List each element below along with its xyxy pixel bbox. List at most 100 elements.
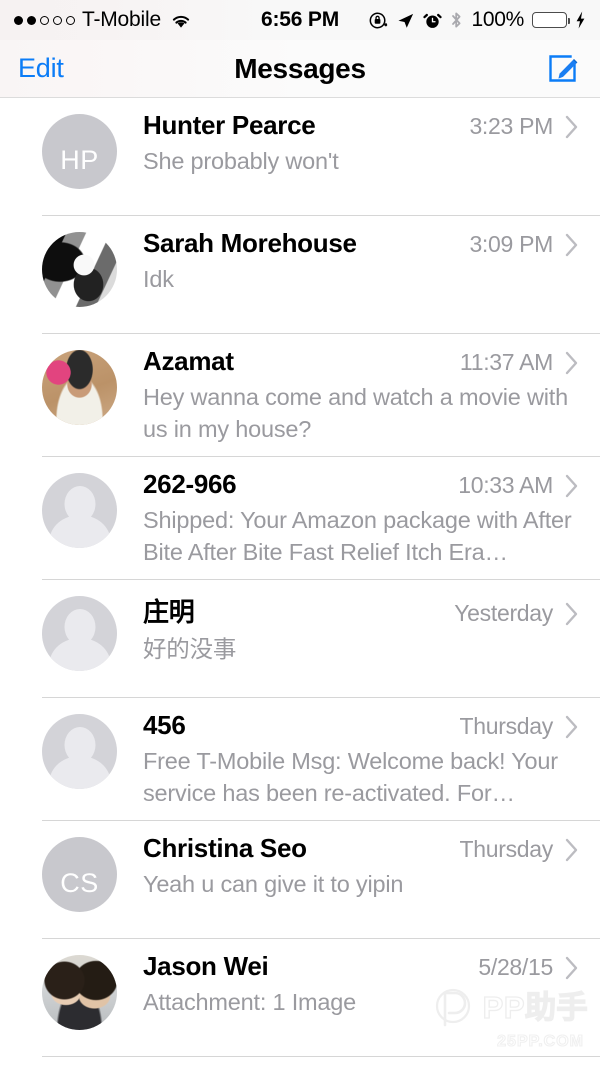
conversation-timestamp: 10:33 AM bbox=[458, 472, 553, 498]
conversation-name: 262-966 bbox=[143, 469, 237, 499]
battery-percent-label: 100% bbox=[471, 8, 524, 31]
conversation-row-zhuangming[interactable]: 庄明 Yesterday 好的没事 bbox=[0, 580, 600, 698]
status-bar-left: T-Mobile bbox=[14, 8, 192, 32]
chevron-right-icon bbox=[565, 351, 578, 374]
conversation-body: Jason Wei 5/28/15 Attachment: 1 Image bbox=[117, 951, 586, 1018]
silhouette-body bbox=[49, 638, 110, 671]
avatar-initials-label: CS bbox=[60, 868, 99, 898]
conversation-preview: She probably won't bbox=[143, 148, 339, 174]
conversation-preview: Free T-Mobile Msg: Welcome back! Your se… bbox=[143, 748, 558, 806]
signal-dot-5 bbox=[66, 15, 75, 25]
conversation-name: Hunter Pearce bbox=[143, 110, 316, 140]
conversation-preview: Attachment: 1 Image bbox=[143, 989, 357, 1015]
chevron-right-icon bbox=[565, 838, 578, 861]
rotation-lock-icon bbox=[370, 12, 388, 28]
signal-dot-3 bbox=[40, 15, 49, 25]
chevron-right-icon bbox=[565, 115, 578, 138]
conversation-body: Azamat 11:37 AM Hey wanna come and watch… bbox=[117, 346, 586, 445]
lightning-bolt-icon bbox=[576, 11, 585, 29]
battery-cap bbox=[567, 18, 570, 24]
conversation-meta: 10:33 AM bbox=[458, 472, 580, 499]
conversation-name: Sarah Morehouse bbox=[143, 228, 357, 258]
conversation-timestamp: 11:37 AM bbox=[459, 349, 553, 375]
conversation-name: 456 bbox=[143, 710, 186, 740]
battery-icon bbox=[532, 12, 570, 28]
signal-dot-4 bbox=[53, 15, 62, 25]
conversation-row-hunter-pearce[interactable]: HP Hunter Pearce 3:23 PM She probably wo… bbox=[0, 98, 600, 216]
status-bar: T-Mobile 6:56 PM 100% bbox=[0, 0, 600, 40]
chevron-right-icon bbox=[565, 474, 578, 497]
chevron-right-icon bbox=[565, 602, 578, 625]
conversation-header: Sarah Morehouse 3:09 PM bbox=[143, 228, 580, 259]
status-bar-right: 100% bbox=[369, 8, 586, 32]
avatar-image bbox=[42, 350, 117, 425]
avatar-initials-label: HP bbox=[60, 145, 99, 175]
status-bar-clock: 6:56 PM bbox=[261, 8, 339, 31]
conversation-meta: Thursday bbox=[460, 836, 580, 863]
conversation-header: Hunter Pearce 3:23 PM bbox=[143, 110, 580, 141]
conversation-header: 庄明 Yesterday bbox=[143, 592, 580, 629]
alarm-clock-icon bbox=[423, 13, 443, 28]
conversation-meta: 11:37 AM bbox=[460, 349, 580, 376]
conversation-name: Jason Wei bbox=[143, 951, 269, 981]
conversation-timestamp: 3:23 PM bbox=[469, 113, 553, 139]
signal-dot-2 bbox=[27, 15, 36, 25]
conversation-meta: 3:23 PM bbox=[469, 113, 580, 140]
silhouette-body bbox=[49, 756, 110, 789]
conversation-body: Sarah Morehouse 3:09 PM Idk bbox=[117, 228, 586, 295]
conversation-row-262-966[interactable]: 262-966 10:33 AM Shipped: Your Amazon pa… bbox=[0, 457, 600, 580]
conversation-timestamp: Thursday bbox=[459, 836, 554, 862]
conversation-timestamp: Yesterday bbox=[454, 600, 553, 626]
signal-strength-dots bbox=[14, 15, 75, 25]
watermark-subtext: 25PP.COM bbox=[497, 1032, 584, 1050]
conversation-preview: Idk bbox=[143, 266, 174, 292]
conversation-preview: Yeah u can give it to yipin bbox=[143, 871, 404, 897]
avatar-image bbox=[42, 232, 117, 307]
conversation-meta: 3:09 PM bbox=[469, 231, 580, 258]
carrier-label: T-Mobile bbox=[82, 8, 161, 31]
conversation-meta: Yesterday bbox=[454, 600, 580, 627]
conversation-preview: 好的没事 bbox=[143, 636, 237, 662]
navigation-bar: Edit Messages bbox=[0, 40, 600, 98]
avatar-photo bbox=[42, 232, 117, 307]
avatar-initials: CS bbox=[42, 837, 117, 912]
conversation-row-christina-seo[interactable]: CS Christina Seo Thursday Yeah u can giv… bbox=[0, 821, 600, 939]
signal-dot-1 bbox=[14, 15, 23, 25]
conversation-row-456[interactable]: 456 Thursday Free T-Mobile Msg: Welcome … bbox=[0, 698, 600, 821]
conversation-timestamp: Thursday bbox=[459, 713, 554, 739]
conversation-body: 456 Thursday Free T-Mobile Msg: Welcome … bbox=[117, 710, 586, 809]
avatar-image bbox=[42, 955, 117, 1030]
conversation-name: Christina Seo bbox=[143, 833, 307, 863]
row-separator bbox=[42, 1056, 600, 1057]
wifi-icon bbox=[172, 15, 190, 28]
bluetooth-icon bbox=[452, 12, 461, 28]
conversation-body: Christina Seo Thursday Yeah u can give i… bbox=[117, 833, 586, 900]
conversation-header: Jason Wei 5/28/15 bbox=[143, 951, 580, 982]
conversation-list[interactable]: HP Hunter Pearce 3:23 PM She probably wo… bbox=[0, 98, 600, 1057]
conversation-preview: Shipped: Your Amazon package with After … bbox=[143, 507, 572, 565]
conversation-name: 庄明 bbox=[143, 597, 195, 627]
avatar-initials: HP bbox=[42, 114, 117, 189]
location-arrow-icon bbox=[398, 13, 414, 28]
edit-button[interactable]: Edit bbox=[18, 53, 64, 84]
avatar-default-person bbox=[42, 714, 117, 789]
conversation-name: Azamat bbox=[143, 346, 234, 376]
conversation-header: Christina Seo Thursday bbox=[143, 833, 580, 864]
chevron-right-icon bbox=[565, 233, 578, 256]
silhouette-body bbox=[49, 515, 110, 548]
avatar-photo bbox=[42, 955, 117, 1030]
page-title: Messages bbox=[234, 52, 366, 84]
conversation-header: 262-966 10:33 AM bbox=[143, 469, 580, 500]
conversation-body: Hunter Pearce 3:23 PM She probably won't bbox=[117, 110, 586, 177]
conversation-header: 456 Thursday bbox=[143, 710, 580, 741]
compose-pencil-icon[interactable] bbox=[544, 50, 582, 88]
conversation-header: Azamat 11:37 AM bbox=[143, 346, 580, 377]
chevron-right-icon bbox=[565, 715, 578, 738]
conversation-row-azamat[interactable]: Azamat 11:37 AM Hey wanna come and watch… bbox=[0, 334, 600, 457]
conversation-preview: Hey wanna come and watch a movie with us… bbox=[143, 384, 568, 442]
conversation-row-jason-wei[interactable]: Jason Wei 5/28/15 Attachment: 1 Image PP… bbox=[0, 939, 600, 1057]
conversation-meta: Thursday bbox=[460, 713, 580, 740]
conversation-row-sarah-morehouse[interactable]: Sarah Morehouse 3:09 PM Idk bbox=[0, 216, 600, 334]
conversation-body: 庄明 Yesterday 好的没事 bbox=[117, 592, 586, 665]
chevron-right-icon bbox=[565, 956, 578, 979]
